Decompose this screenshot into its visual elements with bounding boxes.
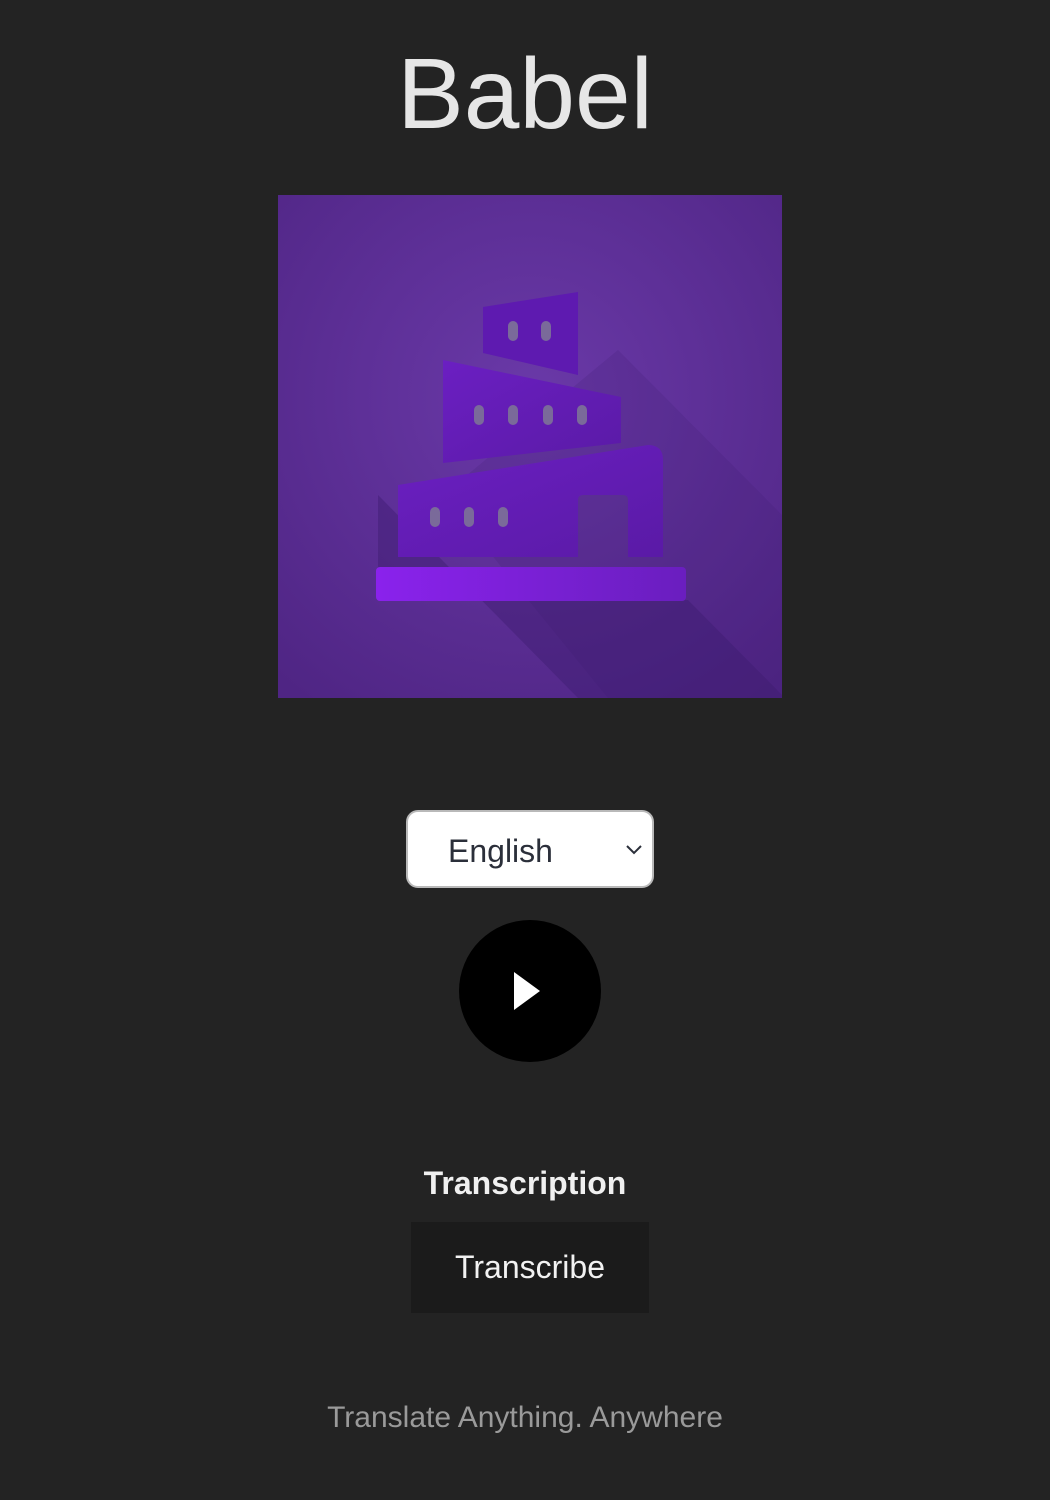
play-icon	[514, 972, 540, 1010]
play-button[interactable]	[459, 920, 601, 1062]
tower-of-babel-icon	[278, 195, 782, 698]
page: Babel English Transcription Transcribe T…	[0, 0, 1050, 1500]
language-select-value: English	[448, 833, 553, 869]
chevron-down-icon	[626, 845, 642, 855]
transcription-heading: Transcription	[423, 1165, 627, 1201]
language-select[interactable]: English	[406, 810, 654, 888]
tagline: Translate Anything. Anywhere	[327, 1401, 723, 1434]
transcribe-button[interactable]: Transcribe	[411, 1222, 649, 1313]
app-title: Babel	[397, 38, 653, 150]
app-logo	[278, 195, 782, 698]
